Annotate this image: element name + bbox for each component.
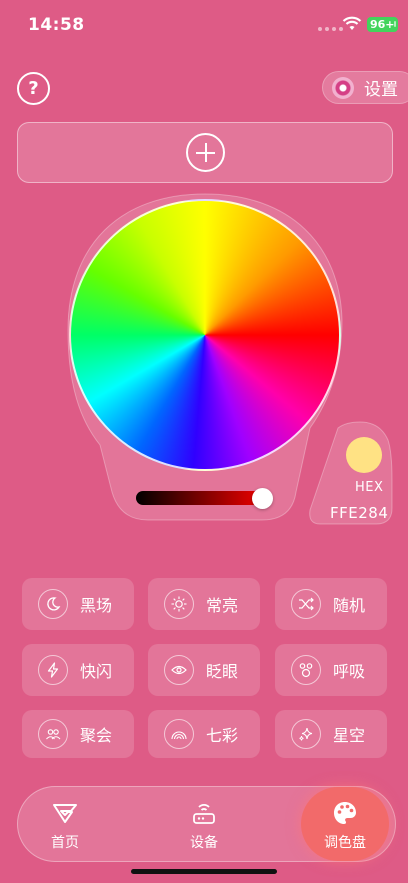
color-wheel[interactable]: [69, 199, 341, 471]
help-button[interactable]: ?: [17, 72, 50, 105]
mode-label: 七彩: [206, 726, 239, 745]
battery-indicator: 96+: [367, 17, 398, 32]
signal-dots-icon: [318, 27, 343, 31]
flash-icon: [38, 655, 68, 685]
mode-button-random[interactable]: 随机: [275, 578, 387, 630]
sun-icon: [164, 589, 194, 619]
moon-icon: [38, 589, 68, 619]
people-icon: [38, 719, 68, 749]
mode-button-steady[interactable]: 常亮: [148, 578, 260, 630]
eye-icon: [164, 655, 194, 685]
mode-label: 星空: [333, 726, 366, 745]
add-icon[interactable]: [186, 133, 225, 172]
tab-home[interactable]: 首页: [19, 800, 111, 852]
mode-button-blackout[interactable]: 黑场: [22, 578, 134, 630]
rainbow-icon: [164, 719, 194, 749]
mode-button-party[interactable]: 聚会: [22, 710, 134, 758]
mode-button-starry[interactable]: 星空: [275, 710, 387, 758]
gear-icon: [332, 76, 354, 99]
wifi-icon: [342, 16, 362, 30]
mode-label: 聚会: [80, 726, 113, 745]
home-logo-icon: [53, 804, 77, 823]
mode-button-flash[interactable]: 快闪: [22, 644, 134, 696]
hex-label: HEX: [355, 480, 384, 495]
tab-label: 调色盘: [324, 835, 366, 851]
mode-label: 呼吸: [333, 662, 366, 681]
mode-label: 黑场: [80, 596, 113, 615]
mode-button-breathe[interactable]: 呼吸: [275, 644, 387, 696]
battery-cap: [394, 21, 396, 27]
sparkle-icon: [291, 719, 321, 749]
selected-color-swatch: [346, 437, 382, 473]
brightness-slider-knob[interactable]: [251, 488, 273, 509]
tab-label: 设备: [190, 835, 218, 851]
settings-button[interactable]: 设置: [322, 71, 408, 104]
breath-icon: [291, 655, 321, 685]
palette-icon: [334, 802, 356, 824]
mode-label: 快闪: [80, 662, 113, 681]
router-icon: [193, 804, 215, 824]
mode-label: 眨眼: [206, 662, 239, 681]
home-indicator: [131, 869, 277, 874]
mode-label: 随机: [333, 596, 366, 615]
mode-button-blink[interactable]: 眨眼: [148, 644, 260, 696]
status-time: 14:58: [28, 15, 85, 35]
settings-label: 设置: [364, 80, 398, 100]
mode-label: 常亮: [206, 596, 239, 615]
hex-value: FFE284: [330, 504, 389, 522]
mode-button-rainbow[interactable]: 七彩: [148, 710, 260, 758]
shuffle-icon: [291, 589, 321, 619]
tab-devices[interactable]: 设备: [158, 800, 250, 852]
tab-palette[interactable]: 调色盘: [299, 800, 391, 852]
tab-label: 首页: [51, 835, 79, 851]
